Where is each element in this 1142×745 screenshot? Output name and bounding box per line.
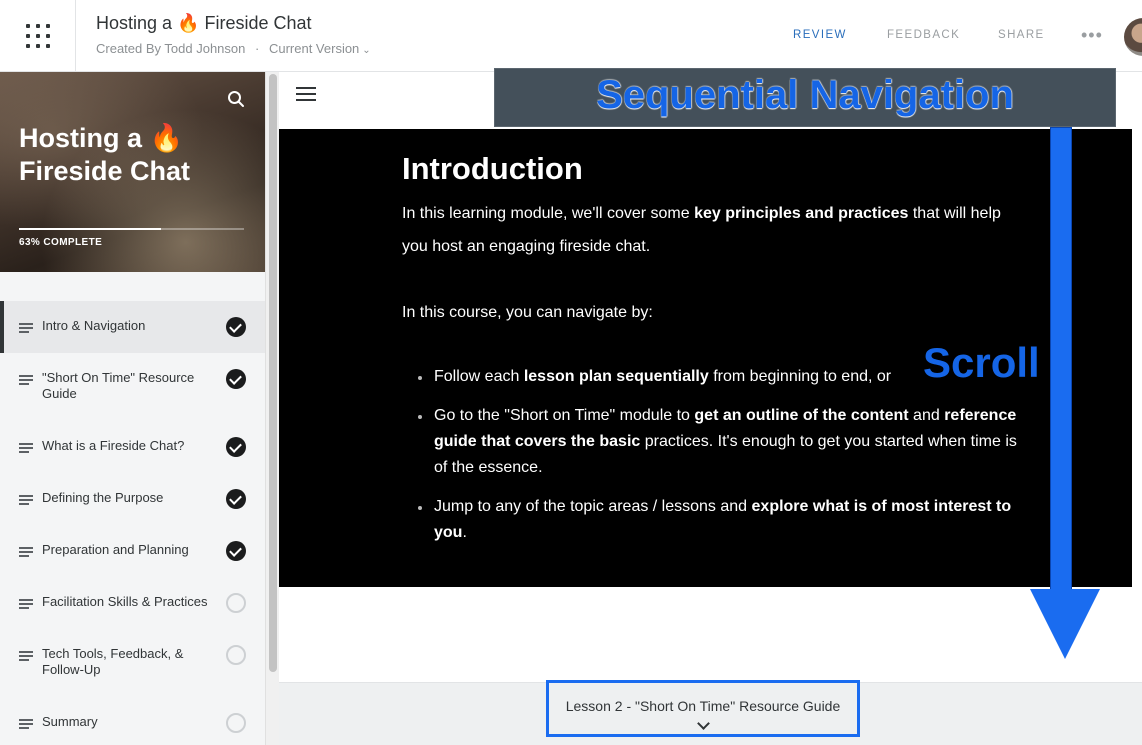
- check-circle-icon: [226, 541, 246, 561]
- lesson-label: Defining the Purpose: [42, 490, 164, 505]
- check-circle-icon: [226, 489, 246, 509]
- empty-circle-icon: [226, 713, 246, 733]
- lesson-icon: [19, 547, 33, 557]
- sidebar-lesson-item[interactable]: Preparation and Planning: [0, 525, 265, 577]
- lesson-icon: [19, 443, 33, 453]
- course-meta: Created By Todd Johnson · Current Versio…: [96, 41, 371, 56]
- lesson-label: Tech Tools, Feedback, & Follow-Up: [42, 646, 184, 677]
- lesson-label: Preparation and Planning: [42, 542, 189, 557]
- menu-icon[interactable]: [296, 87, 316, 101]
- annotation-text: Sequential Navigation: [596, 73, 1014, 117]
- feedback-link[interactable]: FEEDBACK: [887, 29, 960, 41]
- next-lesson-button[interactable]: Lesson 2 - "Short On Time" Resource Guid…: [546, 680, 860, 737]
- lesson-sidebar: Hosting a 🔥 Fireside Chat 63% COMPLETE I…: [0, 72, 265, 745]
- course-title: Hosting a 🔥 Fireside Chat: [96, 13, 312, 34]
- review-link[interactable]: REVIEW: [793, 29, 847, 41]
- lesson-icon: [19, 495, 33, 505]
- next-lesson-label: Lesson 2 - "Short On Time" Resource Guid…: [565, 698, 841, 714]
- lesson-icon: [19, 599, 33, 609]
- scroll-arrow-shaft: [1050, 127, 1072, 607]
- title-prefix: Hosting a: [96, 13, 173, 33]
- sidebar-lesson-item[interactable]: Facilitation Skills & Practices: [0, 577, 265, 629]
- lesson-content: Introduction In this learning module, we…: [279, 68, 1142, 745]
- check-circle-icon: [226, 369, 246, 389]
- sidebar-lesson-item[interactable]: "Short On Time" Resource Guide: [0, 353, 265, 421]
- title-suffix: Fireside Chat: [204, 13, 312, 33]
- lesson-label: Facilitation Skills & Practices: [42, 594, 208, 609]
- lesson-icon: [19, 719, 33, 729]
- sidebar-lesson-item[interactable]: What is a Fireside Chat?: [0, 421, 265, 473]
- share-link[interactable]: SHARE: [998, 29, 1045, 41]
- lesson-icon: [19, 651, 33, 661]
- avatar[interactable]: [1124, 18, 1142, 56]
- sidebar-lesson-item[interactable]: Intro & Navigation: [0, 301, 265, 353]
- arrow-down-icon: [1030, 589, 1100, 659]
- fire-icon: 🔥: [177, 13, 200, 33]
- meta-separator: ·: [255, 41, 260, 56]
- author-label: Created By Todd Johnson: [96, 41, 246, 56]
- intro-slide: Introduction In this learning module, we…: [279, 129, 1132, 587]
- empty-circle-icon: [226, 593, 246, 613]
- version-dropdown[interactable]: Current Version ⌄: [269, 41, 371, 56]
- navigate-paragraph: In this course, you can navigate by:: [402, 304, 653, 321]
- more-options-icon[interactable]: •••: [1081, 25, 1103, 46]
- course-cover-image: Hosting a 🔥 Fireside Chat 63% COMPLETE: [0, 72, 265, 272]
- progress-label: 63% COMPLETE: [19, 237, 103, 248]
- sidebar-lesson-item[interactable]: Tech Tools, Feedback, & Follow-Up: [0, 629, 265, 697]
- scrollbar-thumb[interactable]: [269, 74, 277, 672]
- list-item: Go to the "Short on Time" module to get …: [418, 403, 1024, 481]
- intro-paragraph: In this learning module, we'll cover som…: [402, 205, 1001, 255]
- grid-icon: [25, 24, 50, 48]
- chevron-down-icon: [697, 717, 710, 730]
- top-header: Hosting a 🔥 Fireside Chat Created By Tod…: [0, 0, 1142, 72]
- navigation-options-list: Follow each lesson plan sequentially fro…: [418, 364, 1024, 559]
- lesson-label: Intro & Navigation: [42, 318, 146, 333]
- sidebar-lesson-item[interactable]: Summary: [0, 697, 265, 745]
- scroll-annotation: Scroll: [923, 339, 1040, 386]
- lesson-label: Summary: [42, 714, 98, 729]
- lesson-icon: [19, 323, 33, 333]
- sidebar-lesson-item[interactable]: Defining the Purpose: [0, 473, 265, 525]
- lesson-label: What is a Fireside Chat?: [42, 438, 185, 453]
- sequential-navigation-annotation: Sequential Navigation: [494, 68, 1116, 127]
- empty-circle-icon: [226, 645, 246, 665]
- sidebar-scrollbar[interactable]: [265, 72, 279, 745]
- list-item: Jump to any of the topic areas / lessons…: [418, 494, 1024, 546]
- apps-menu-button[interactable]: [0, 0, 76, 72]
- sidebar-course-title: Hosting a 🔥 Fireside Chat: [19, 123, 191, 186]
- search-icon[interactable]: [227, 90, 245, 108]
- check-circle-icon: [226, 437, 246, 457]
- lesson-heading: Introduction: [402, 151, 583, 186]
- lesson-icon: [19, 375, 33, 385]
- progress-fill: [19, 228, 161, 230]
- version-label: Current Version: [268, 41, 360, 56]
- check-circle-icon: [226, 317, 246, 337]
- chevron-down-icon: ⌄: [362, 45, 371, 56]
- progress-bar: [19, 228, 244, 230]
- lesson-label: "Short On Time" Resource Guide: [42, 370, 195, 401]
